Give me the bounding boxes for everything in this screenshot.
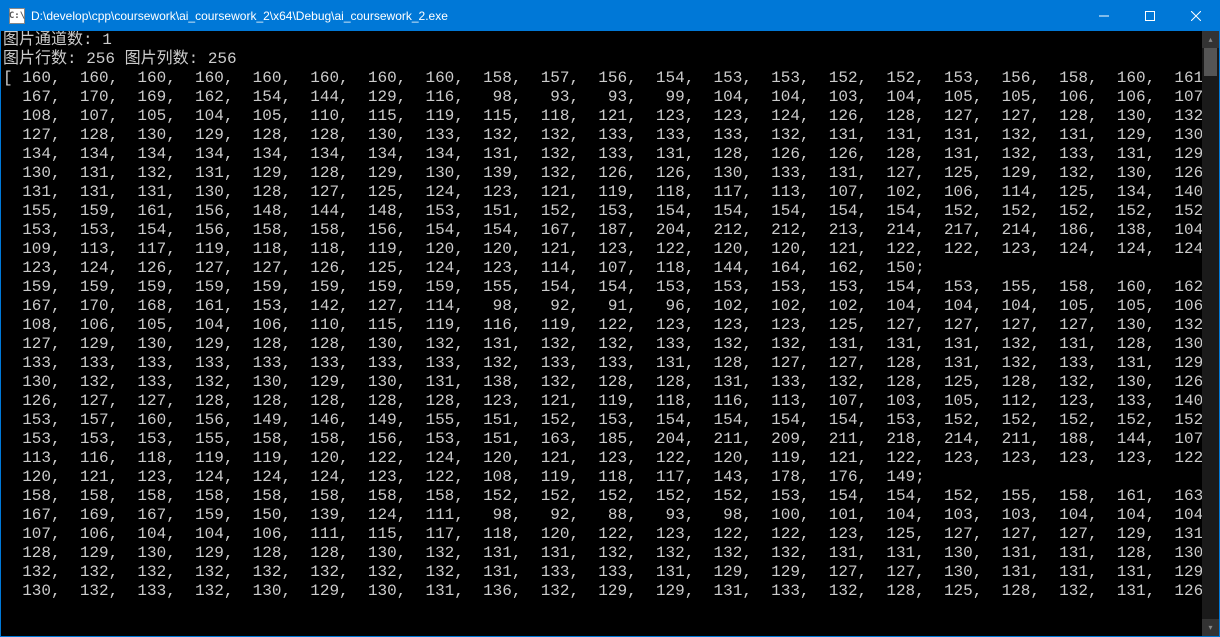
minimize-button[interactable] — [1081, 1, 1127, 31]
titlebar[interactable]: C:\ D:\develop\cpp\coursework\ai_coursew… — [1, 1, 1219, 31]
chevron-down-icon: ▾ — [1208, 623, 1212, 632]
client-area: 图片通道数: 1 图片行数: 256 图片列数: 256 [ 160, 160,… — [1, 31, 1219, 636]
app-icon: C:\ — [9, 8, 25, 24]
minimize-icon — [1099, 11, 1109, 21]
close-icon — [1191, 11, 1201, 21]
scroll-down-button[interactable]: ▾ — [1202, 619, 1219, 636]
chevron-up-icon: ▴ — [1208, 35, 1212, 44]
scroll-up-button[interactable]: ▴ — [1202, 31, 1219, 48]
window-controls — [1081, 1, 1219, 31]
scroll-track[interactable] — [1202, 48, 1219, 619]
vertical-scrollbar[interactable]: ▴ ▾ — [1202, 31, 1219, 636]
maximize-button[interactable] — [1127, 1, 1173, 31]
console-output: 图片通道数: 1 图片行数: 256 图片列数: 256 [ 160, 160,… — [1, 31, 1202, 636]
close-button[interactable] — [1173, 1, 1219, 31]
app-window: C:\ D:\develop\cpp\coursework\ai_coursew… — [0, 0, 1220, 637]
maximize-icon — [1145, 11, 1155, 21]
window-title: D:\develop\cpp\coursework\ai_coursework_… — [31, 9, 1081, 23]
scroll-thumb[interactable] — [1204, 48, 1217, 76]
